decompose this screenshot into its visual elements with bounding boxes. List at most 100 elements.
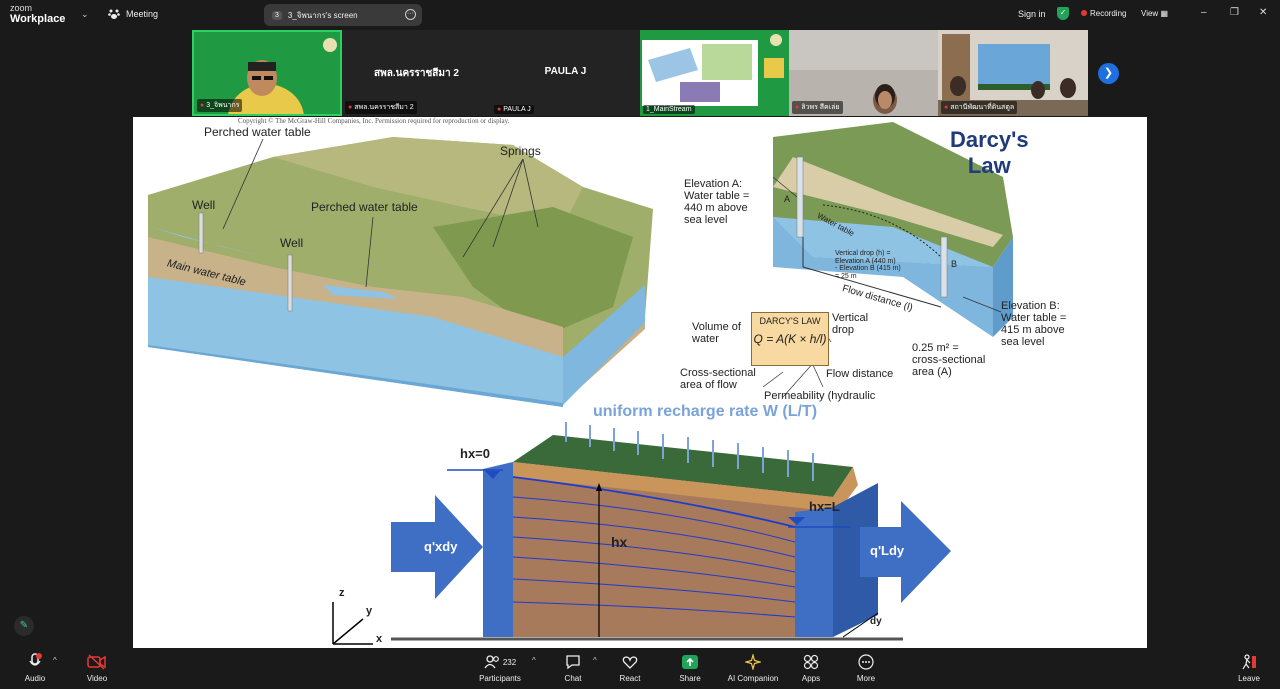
axis-z-label: z [339,587,345,599]
tile-name: ● สถานีพัฒนาที่ดินสตูล [941,101,1018,114]
stream-preview-icon [640,30,789,116]
leave-label: Leave [1238,674,1260,683]
leave-icon [1234,652,1264,672]
next-page-button[interactable]: ❯ [1098,63,1119,84]
elevation-a-label: Elevation A: Water table = 440 m above s… [684,178,750,227]
mic-muted-icon: ● [497,106,502,113]
recording-dot-icon [1081,10,1087,16]
video-tile[interactable]: PAULA J ● PAULA J [491,30,640,116]
share-count: 3 [272,10,282,20]
axis-x-label: x [376,633,383,645]
dy-label: dy [870,616,882,627]
screen-share-pill[interactable]: 3 3_จิพนากร's screen ··· [264,4,422,26]
leave-button[interactable]: Leave [1234,652,1264,683]
brand-small: zoom [10,3,33,13]
participants-label: Participants [479,674,521,683]
darcy-title-line1: Darcy's [950,127,1029,152]
apps-button[interactable]: Apps [798,652,824,683]
recharge-aquifer-diagram [332,422,951,645]
point-b-label: B [951,259,958,269]
more-button[interactable]: More [852,652,880,683]
recording-indicator[interactable]: Recording [1081,9,1126,18]
meeting-button[interactable]: Meeting [108,8,158,20]
point-a-label: A [784,194,791,204]
q-in-label: q'xdy [424,539,458,554]
ai-companion-label: AI Companion [727,674,779,683]
tile-name: ● PAULA J [494,105,534,114]
participants-icon: 232 [477,652,523,672]
apps-label: Apps [801,674,821,683]
q-out-label: q'Ldy [870,543,905,558]
paw-icon [108,9,120,19]
chat-button[interactable]: Chat [560,652,586,683]
darcy-law-formula: Q = A(K × h/l) [753,332,827,346]
mic-muted-icon [18,652,52,672]
more-options-icon[interactable]: ··· [405,9,416,20]
tile-name: 1_MainStream [643,105,695,114]
react-button[interactable]: React [615,652,645,683]
heart-icon [615,652,645,672]
video-button[interactable]: Video [80,652,114,683]
h-x-label: hx [611,534,628,550]
audio-options-chevron-icon[interactable]: ^ [53,656,57,665]
audio-button[interactable]: Audio [18,652,52,683]
well-label-2: Well [280,236,304,250]
restore-icon[interactable]: ❐ [1230,7,1239,18]
zoom-logo: zoom Workplace [10,4,65,25]
volume-of-water-label: Volume of water [692,321,741,346]
video-label: Video [86,674,108,683]
chevron-right-icon: ❯ [1103,67,1114,79]
participant-count: 232 [502,657,517,667]
springs-label: Springs [500,144,541,158]
share-button[interactable]: Share [674,652,706,683]
flow-distance-formula-label: Flow distance [826,368,894,380]
video-tile[interactable]: ● สถานีพัฒนาที่ดินสตูล [938,30,1088,116]
shield-check-icon[interactable]: ✓ [1057,7,1069,20]
annotate-pen-icon[interactable]: ✎ [14,616,34,636]
h-x0-label: hx=0 [460,446,490,461]
vertical-drop-label: Vertical drop [832,312,869,337]
video-off-icon [80,652,114,672]
more-label: More [856,674,876,683]
sign-in-link[interactable]: Sign in [1018,9,1046,19]
axis-y-label: y [366,605,373,617]
tile-name: ● 3_จิพนากร [197,99,243,112]
brand-big: Workplace [10,13,66,25]
video-tile[interactable]: ● ลิวพร สีคเล่ย [789,30,938,116]
close-icon[interactable]: ✕ [1259,7,1267,18]
tile-name: ● ลิวพร สีคเล่ย [792,101,843,114]
chevron-down-icon[interactable]: ⌄ [81,9,89,20]
video-tile[interactable]: ● 3_จิพนากร [192,30,342,116]
recording-label: Recording [1090,9,1127,18]
bottom-toolbar: Audio ^ Video 232 Participants ^ Chat ^ … [0,648,1280,689]
slide-copyright: Copyright © The McGraw-Hill Companies, I… [238,117,510,125]
slide-illustration [148,122,1013,645]
more-dots-icon [852,652,880,672]
chat-chevron-icon[interactable]: ^ [593,656,597,665]
mic-muted-icon: ● [200,102,205,109]
darcy-title-line2: Law [967,153,1011,179]
view-button[interactable]: View ▦ [1141,9,1168,18]
chat-label: Chat [564,674,582,683]
permeability-label: Permeability (hydraulic [764,390,876,402]
perched-water-table-mid-label: Perched water table [311,200,418,214]
participants-chevron-icon[interactable]: ^ [532,656,536,665]
minimize-icon[interactable]: – [1201,7,1207,18]
darcy-law-box: DARCY'S LAW Q = A(K × h/l) [751,312,829,366]
share-label: Share [679,674,701,683]
cross-sectional-area-label: Cross-sectional area of flow [680,367,756,392]
tile-big-name: สพล.นครราชสีมา 2 [374,68,459,79]
video-tile[interactable]: 1_MainStream [640,30,789,116]
meeting-label: Meeting [126,9,159,19]
chat-icon [560,652,586,672]
top-bar: zoom Workplace ⌄ Meeting 3 3_จิพนากร's s… [0,0,1280,30]
mic-muted-icon: ● [348,104,353,111]
well-label-1: Well [192,198,216,212]
video-tile[interactable]: สพล.นครราชสีมา 2 ● สพล.นครราชสีมา 2 [342,30,491,116]
tile-big-name: PAULA J [544,66,587,77]
darcy-law-heading: DARCY'S LAW [759,316,821,326]
vertical-drop-note: Vertical drop (h) = Elevation A (440 m) … [835,250,901,281]
participants-button[interactable]: 232 Participants [477,652,523,683]
apps-icon [798,652,824,672]
ai-companion-button[interactable]: AI Companion [724,652,782,683]
